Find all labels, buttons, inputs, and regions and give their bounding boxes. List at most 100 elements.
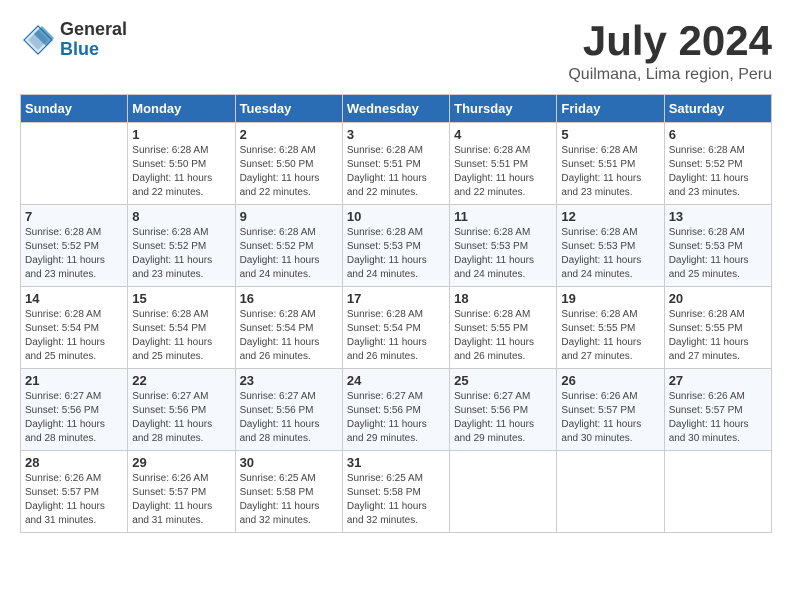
calendar-cell: 8Sunrise: 6:28 AM Sunset: 5:52 PM Daylig…: [128, 205, 235, 287]
day-number: 21: [25, 373, 123, 388]
day-number: 2: [240, 127, 338, 142]
calendar-cell: [664, 451, 771, 533]
week-row-0: 1 Sunrise: 6:28 AM Sunset: 5:50 PM Daylig…: [21, 123, 772, 205]
week-row-3: 21 Sunrise: 6:27 AM Sunset: 5:56 PM Dayli…: [21, 369, 772, 451]
day-number: 6: [669, 127, 767, 142]
day-info: Sunrise: 6:26 AM Sunset: 5:57 PM Dayligh…: [669, 390, 767, 446]
calendar-cell: 25 Sunrise: 6:27 AM Sunset: 5:56 PM Dayli…: [450, 369, 557, 451]
calendar-cell: 29Sunrise: 6:26 AM Sunset: 5:57 PM Dayli…: [128, 451, 235, 533]
day-info: Sunrise: 6:28 AM Sunset: 5:55 PM Dayligh…: [669, 308, 767, 364]
page-header: General Blue July 2024 Quilmana, Lima re…: [20, 20, 772, 84]
calendar-cell: 19 Sunrise: 6:28 AM Sunset: 5:55 PM Dayli…: [557, 287, 664, 369]
day-number: 20: [669, 291, 767, 306]
day-info: Sunrise: 6:28 AM Sunset: 5:54 PM Dayligh…: [240, 308, 338, 364]
day-info: Sunrise: 6:27 AM Sunset: 5:56 PM Dayligh…: [25, 390, 123, 446]
calendar-cell: 4Sunrise: 6:28 AM Sunset: 5:51 PM Daylig…: [450, 123, 557, 205]
calendar-cell: 17Sunrise: 6:28 AM Sunset: 5:54 PM Dayli…: [342, 287, 449, 369]
header-sunday: Sunday: [21, 95, 128, 123]
calendar-cell: 31 Sunrise: 6:25 AM Sunset: 5:58 PM Dayli…: [342, 451, 449, 533]
calendar-cell: 2 Sunrise: 6:28 AM Sunset: 5:50 PM Daylig…: [235, 123, 342, 205]
header-friday: Friday: [557, 95, 664, 123]
calendar-cell: 23Sunrise: 6:27 AM Sunset: 5:56 PM Dayli…: [235, 369, 342, 451]
day-info: Sunrise: 6:26 AM Sunset: 5:57 PM Dayligh…: [561, 390, 659, 446]
day-info: Sunrise: 6:27 AM Sunset: 5:56 PM Dayligh…: [454, 390, 552, 446]
header-tuesday: Tuesday: [235, 95, 342, 123]
day-info: Sunrise: 6:28 AM Sunset: 5:54 PM Dayligh…: [132, 308, 230, 364]
logo-general: General: [60, 20, 127, 40]
calendar-cell: [557, 451, 664, 533]
day-number: 31: [347, 455, 445, 470]
day-number: 12: [561, 209, 659, 224]
logo-blue: Blue: [60, 40, 127, 60]
week-row-4: 28Sunrise: 6:26 AM Sunset: 5:57 PM Dayli…: [21, 451, 772, 533]
logo: General Blue: [20, 20, 127, 60]
calendar-table: SundayMondayTuesdayWednesdayThursdayFrid…: [20, 94, 772, 533]
calendar-cell: 21 Sunrise: 6:27 AM Sunset: 5:56 PM Dayli…: [21, 369, 128, 451]
day-info: Sunrise: 6:28 AM Sunset: 5:53 PM Dayligh…: [669, 226, 767, 282]
calendar-cell: 13 Sunrise: 6:28 AM Sunset: 5:53 PM Dayli…: [664, 205, 771, 287]
day-info: Sunrise: 6:27 AM Sunset: 5:56 PM Dayligh…: [132, 390, 230, 446]
calendar-cell: 10Sunrise: 6:28 AM Sunset: 5:53 PM Dayli…: [342, 205, 449, 287]
day-info: Sunrise: 6:27 AM Sunset: 5:56 PM Dayligh…: [240, 390, 338, 446]
calendar-cell: 28Sunrise: 6:26 AM Sunset: 5:57 PM Dayli…: [21, 451, 128, 533]
day-number: 13: [669, 209, 767, 224]
day-number: 1: [132, 127, 230, 142]
day-number: 14: [25, 291, 123, 306]
header-thursday: Thursday: [450, 95, 557, 123]
day-info: Sunrise: 6:28 AM Sunset: 5:55 PM Dayligh…: [454, 308, 552, 364]
calendar-cell: 5 Sunrise: 6:28 AM Sunset: 5:51 PM Daylig…: [557, 123, 664, 205]
day-number: 22: [132, 373, 230, 388]
day-info: Sunrise: 6:28 AM Sunset: 5:53 PM Dayligh…: [454, 226, 552, 282]
header-wednesday: Wednesday: [342, 95, 449, 123]
week-row-2: 14 Sunrise: 6:28 AM Sunset: 5:54 PM Dayli…: [21, 287, 772, 369]
header-row: SundayMondayTuesdayWednesdayThursdayFrid…: [21, 95, 772, 123]
day-number: 5: [561, 127, 659, 142]
day-number: 30: [240, 455, 338, 470]
day-number: 15: [132, 291, 230, 306]
header-monday: Monday: [128, 95, 235, 123]
day-info: Sunrise: 6:25 AM Sunset: 5:58 PM Dayligh…: [347, 472, 445, 528]
logo-icon: [20, 22, 56, 58]
day-info: Sunrise: 6:28 AM Sunset: 5:50 PM Dayligh…: [132, 144, 230, 200]
calendar-cell: 6 Sunrise: 6:28 AM Sunset: 5:52 PM Daylig…: [664, 123, 771, 205]
calendar-cell: [21, 123, 128, 205]
day-number: 11: [454, 209, 552, 224]
day-info: Sunrise: 6:28 AM Sunset: 5:52 PM Dayligh…: [25, 226, 123, 282]
calendar-cell: [450, 451, 557, 533]
day-info: Sunrise: 6:28 AM Sunset: 5:53 PM Dayligh…: [347, 226, 445, 282]
day-number: 17: [347, 291, 445, 306]
day-info: Sunrise: 6:25 AM Sunset: 5:58 PM Dayligh…: [240, 472, 338, 528]
day-number: 9: [240, 209, 338, 224]
day-number: 27: [669, 373, 767, 388]
day-number: 25: [454, 373, 552, 388]
day-info: Sunrise: 6:28 AM Sunset: 5:55 PM Dayligh…: [561, 308, 659, 364]
day-number: 8: [132, 209, 230, 224]
calendar-cell: 22 Sunrise: 6:27 AM Sunset: 5:56 PM Dayli…: [128, 369, 235, 451]
day-info: Sunrise: 6:28 AM Sunset: 5:50 PM Dayligh…: [240, 144, 338, 200]
calendar-cell: 3Sunrise: 6:28 AM Sunset: 5:51 PM Daylig…: [342, 123, 449, 205]
calendar-body: 1 Sunrise: 6:28 AM Sunset: 5:50 PM Daylig…: [21, 123, 772, 533]
day-info: Sunrise: 6:28 AM Sunset: 5:51 PM Dayligh…: [347, 144, 445, 200]
day-number: 24: [347, 373, 445, 388]
header-saturday: Saturday: [664, 95, 771, 123]
calendar-cell: 1 Sunrise: 6:28 AM Sunset: 5:50 PM Daylig…: [128, 123, 235, 205]
calendar-cell: 12 Sunrise: 6:28 AM Sunset: 5:53 PM Dayli…: [557, 205, 664, 287]
location: Quilmana, Lima region, Peru: [568, 66, 772, 84]
calendar-cell: 24Sunrise: 6:27 AM Sunset: 5:56 PM Dayli…: [342, 369, 449, 451]
calendar-cell: 14Sunrise: 6:28 AM Sunset: 5:54 PM Dayli…: [21, 287, 128, 369]
day-info: Sunrise: 6:28 AM Sunset: 5:52 PM Dayligh…: [669, 144, 767, 200]
calendar-cell: 7Sunrise: 6:28 AM Sunset: 5:52 PM Daylig…: [21, 205, 128, 287]
day-info: Sunrise: 6:28 AM Sunset: 5:53 PM Dayligh…: [561, 226, 659, 282]
day-number: 26: [561, 373, 659, 388]
calendar-cell: 18Sunrise: 6:28 AM Sunset: 5:55 PM Dayli…: [450, 287, 557, 369]
day-info: Sunrise: 6:26 AM Sunset: 5:57 PM Dayligh…: [25, 472, 123, 528]
calendar-cell: 16Sunrise: 6:28 AM Sunset: 5:54 PM Dayli…: [235, 287, 342, 369]
day-info: Sunrise: 6:26 AM Sunset: 5:57 PM Dayligh…: [132, 472, 230, 528]
calendar-cell: 15 Sunrise: 6:28 AM Sunset: 5:54 PM Dayli…: [128, 287, 235, 369]
calendar-header: SundayMondayTuesdayWednesdayThursdayFrid…: [21, 95, 772, 123]
day-info: Sunrise: 6:28 AM Sunset: 5:51 PM Dayligh…: [561, 144, 659, 200]
title-block: July 2024 Quilmana, Lima region, Peru: [568, 20, 772, 84]
day-number: 19: [561, 291, 659, 306]
calendar-cell: 26 Sunrise: 6:26 AM Sunset: 5:57 PM Dayli…: [557, 369, 664, 451]
calendar-cell: 11 Sunrise: 6:28 AM Sunset: 5:53 PM Dayli…: [450, 205, 557, 287]
